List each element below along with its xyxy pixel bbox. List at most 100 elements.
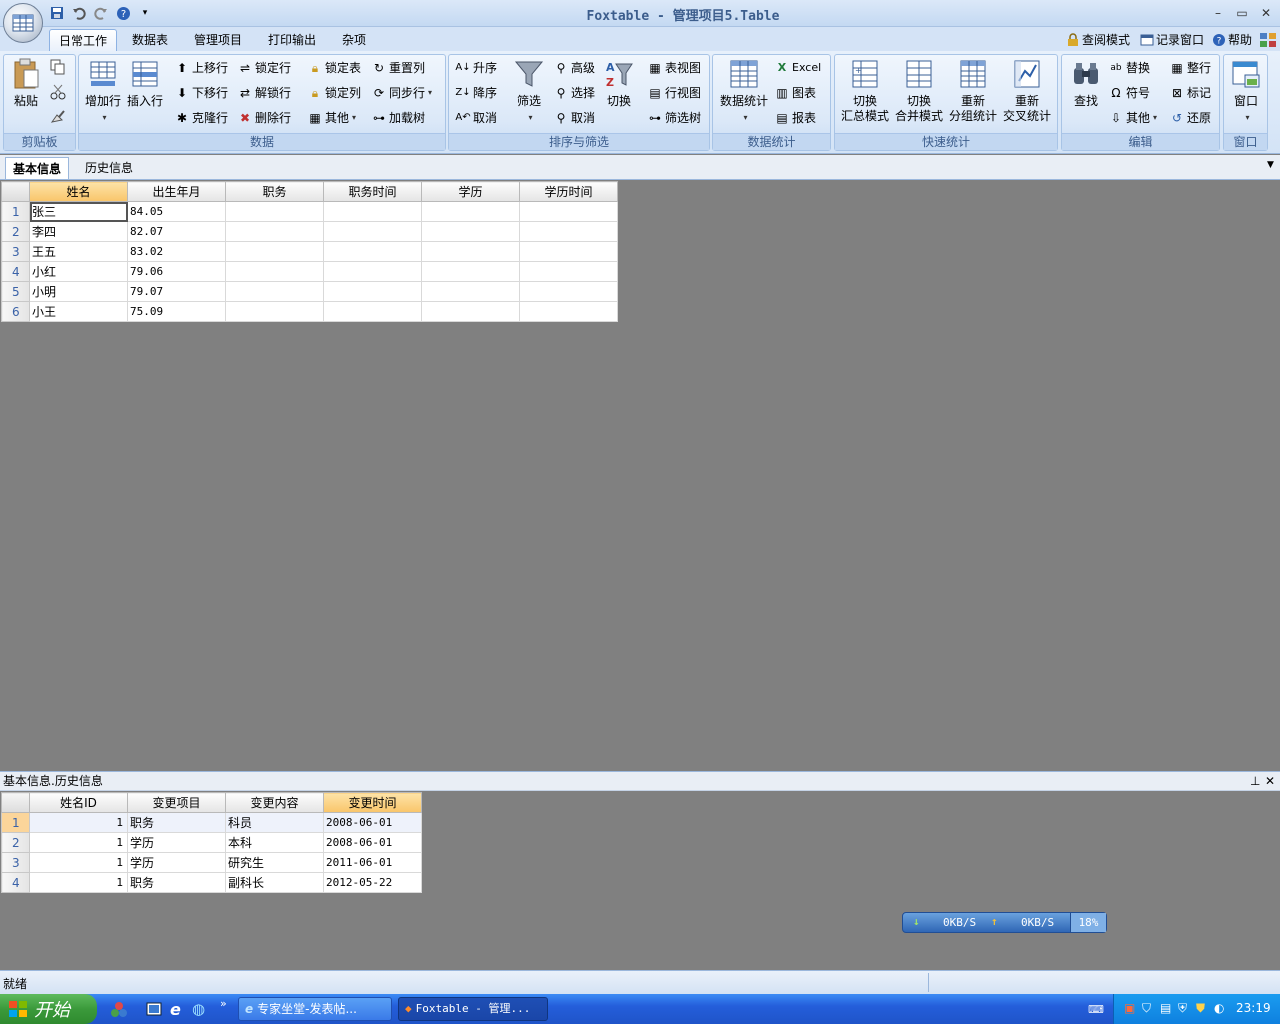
tab-list-dropdown-icon[interactable]: ▼ — [1267, 160, 1274, 170]
quick-launch-app-icon[interactable] — [146, 1001, 162, 1017]
table-cell[interactable] — [519, 201, 618, 222]
toggle-merge-button[interactable]: 切换 合并模式 — [892, 57, 946, 124]
table-cell[interactable]: 副科长 — [225, 872, 324, 893]
tab-daily-work[interactable]: 日常工作 — [49, 29, 118, 52]
table-cell[interactable]: 职务 — [127, 872, 226, 893]
row-number[interactable]: 2 — [1, 832, 30, 853]
ie-icon[interactable]: e — [170, 1000, 181, 1019]
table-row[interactable]: 3 1 学历 研究生 2011-06-01 — [1, 852, 422, 873]
column-header[interactable]: 职务 — [225, 181, 324, 202]
application-menu-button[interactable] — [3, 3, 43, 43]
tray-security-icon[interactable]: ⛨ — [1178, 1001, 1187, 1016]
table-cell[interactable]: 本科 — [225, 832, 324, 853]
table-cell[interactable]: 2008-06-01 — [323, 832, 422, 853]
table-cell[interactable]: 1 — [29, 852, 128, 873]
table-cell[interactable]: 职务 — [127, 812, 226, 833]
start-button[interactable]: 开始 — [0, 994, 97, 1024]
table-row[interactable]: 4 小红 79.06 — [1, 261, 618, 282]
tab-history-info[interactable]: 历史信息 — [78, 157, 140, 179]
tab-print-output[interactable]: 打印输出 — [259, 29, 325, 52]
grid-corner[interactable] — [1, 792, 30, 813]
cut-icon[interactable] — [50, 84, 66, 100]
quick-launch-flower-icon[interactable] — [110, 1001, 128, 1019]
table-cell[interactable] — [421, 301, 520, 322]
table-cell[interactable] — [323, 201, 422, 222]
table-row[interactable]: 3 王五 83.02 — [1, 241, 618, 262]
tab-basic-info[interactable]: 基本信息 — [5, 157, 70, 179]
format-painter-icon[interactable] — [50, 109, 66, 125]
advanced-filter-button[interactable]: ⚲ 高级 — [553, 58, 595, 78]
tab-misc[interactable]: 杂项 — [333, 29, 375, 52]
group-stats-button[interactable]: 重新 分组统计 — [946, 57, 1000, 124]
table-cell[interactable]: 1 — [29, 812, 128, 833]
ribbon-extra-icon[interactable] — [1259, 30, 1277, 50]
row-number[interactable]: 6 — [1, 301, 30, 322]
quick-launch-more-icon[interactable]: » — [220, 997, 227, 1010]
table-cell[interactable]: 学历 — [127, 852, 226, 873]
chart-button[interactable]: ▥ 图表 — [774, 83, 816, 103]
table-cell[interactable]: 学历 — [127, 832, 226, 853]
table-cell[interactable]: 83.02 — [127, 241, 226, 262]
task-button-foxtable[interactable]: ◆ Foxtable - 管理... — [398, 997, 548, 1021]
cancel-sort-button[interactable]: A↶ 取消 — [455, 108, 497, 128]
load-tree-button[interactable]: ⊶ 加载树 — [371, 108, 425, 128]
table-row[interactable]: 6 小王 75.09 — [1, 301, 618, 322]
tab-data-table[interactable]: 数据表 — [123, 29, 177, 52]
table-cell[interactable] — [323, 301, 422, 322]
insert-row-button[interactable]: 插入行 — [125, 57, 165, 109]
column-header[interactable]: 职务时间 — [323, 181, 422, 202]
table-cell[interactable] — [225, 261, 324, 282]
tray-network-icon[interactable]: ▤ — [1160, 1001, 1171, 1015]
network-speed-widget[interactable]: ↓ 0KB/S ↑ 0KB/S 18% — [902, 912, 1107, 933]
help-button[interactable]: ? 帮助 — [1212, 30, 1252, 50]
table-cell[interactable]: 科员 — [225, 812, 324, 833]
table-cell[interactable]: 小明 — [29, 281, 128, 302]
pin-icon[interactable]: ⊥ — [1250, 772, 1260, 790]
table-cell[interactable]: 75.09 — [127, 301, 226, 322]
row-number[interactable]: 1 — [1, 812, 30, 833]
filter-tree-button[interactable]: ⊶ 筛选树 — [647, 108, 701, 128]
table-row[interactable]: 2 李四 82.07 — [1, 221, 618, 242]
column-header[interactable]: 姓名ID — [29, 792, 128, 813]
table-cell[interactable]: 2011-06-01 — [323, 852, 422, 873]
close-panel-icon[interactable]: ✕ — [1265, 772, 1275, 790]
log-window-button[interactable]: 记录窗口 — [1140, 30, 1204, 50]
tray-shield-icon[interactable]: ⛉ — [1142, 1001, 1151, 1016]
keyboard-icon[interactable]: ⌨ — [1088, 1003, 1104, 1016]
edit-other-button[interactable]: ⇩ 其他 ▾ — [1108, 108, 1157, 128]
table-cell[interactable] — [225, 301, 324, 322]
toggle-filter-button[interactable]: AZ 切换 — [599, 57, 639, 109]
whole-row-button[interactable]: ▦ 整行 — [1169, 58, 1211, 78]
window-button[interactable]: 窗口 ▾ — [1226, 57, 1266, 125]
row-number[interactable]: 3 — [1, 852, 30, 873]
minimize-button[interactable]: – — [1207, 4, 1229, 22]
column-header[interactable]: 学历时间 — [519, 181, 618, 202]
delete-row-button[interactable]: ✖ 删除行 — [237, 108, 291, 128]
table-cell[interactable] — [225, 241, 324, 262]
mark-button[interactable]: ⊠ 标记 — [1169, 83, 1211, 103]
quick-launch-globe-icon[interactable]: ◍ — [192, 1000, 205, 1018]
table-cell[interactable]: 张三 — [29, 201, 128, 222]
table-cell[interactable] — [519, 281, 618, 302]
table-cell[interactable] — [323, 261, 422, 282]
grid-corner[interactable] — [1, 181, 30, 202]
table-cell[interactable]: 研究生 — [225, 852, 324, 873]
row-number[interactable]: 5 — [1, 281, 30, 302]
row-number[interactable]: 2 — [1, 221, 30, 242]
tray-volume-icon[interactable]: ◐ — [1214, 1001, 1224, 1015]
lock-table-button[interactable]: 🔒︎ 锁定表 — [307, 58, 361, 78]
excel-button[interactable]: X Excel — [774, 58, 821, 78]
row-view-button[interactable]: ▤ 行视图 — [647, 83, 701, 103]
tab-manage-project[interactable]: 管理项目 — [185, 29, 251, 52]
table-cell[interactable]: 小王 — [29, 301, 128, 322]
table-view-button[interactable]: ▦ 表视图 — [647, 58, 701, 78]
column-header[interactable]: 变更时间 — [323, 792, 422, 813]
table-cell[interactable]: 84.05 — [127, 201, 226, 222]
table-cell[interactable] — [519, 221, 618, 242]
table-cell[interactable] — [323, 281, 422, 302]
table-row[interactable]: 1 张三 84.05 — [1, 201, 618, 222]
table-cell[interactable]: 79.07 — [127, 281, 226, 302]
table-cell[interactable] — [519, 301, 618, 322]
close-button[interactable]: ✕ — [1255, 4, 1277, 22]
toggle-summary-button[interactable]: + 切换 汇总模式 — [838, 57, 892, 124]
